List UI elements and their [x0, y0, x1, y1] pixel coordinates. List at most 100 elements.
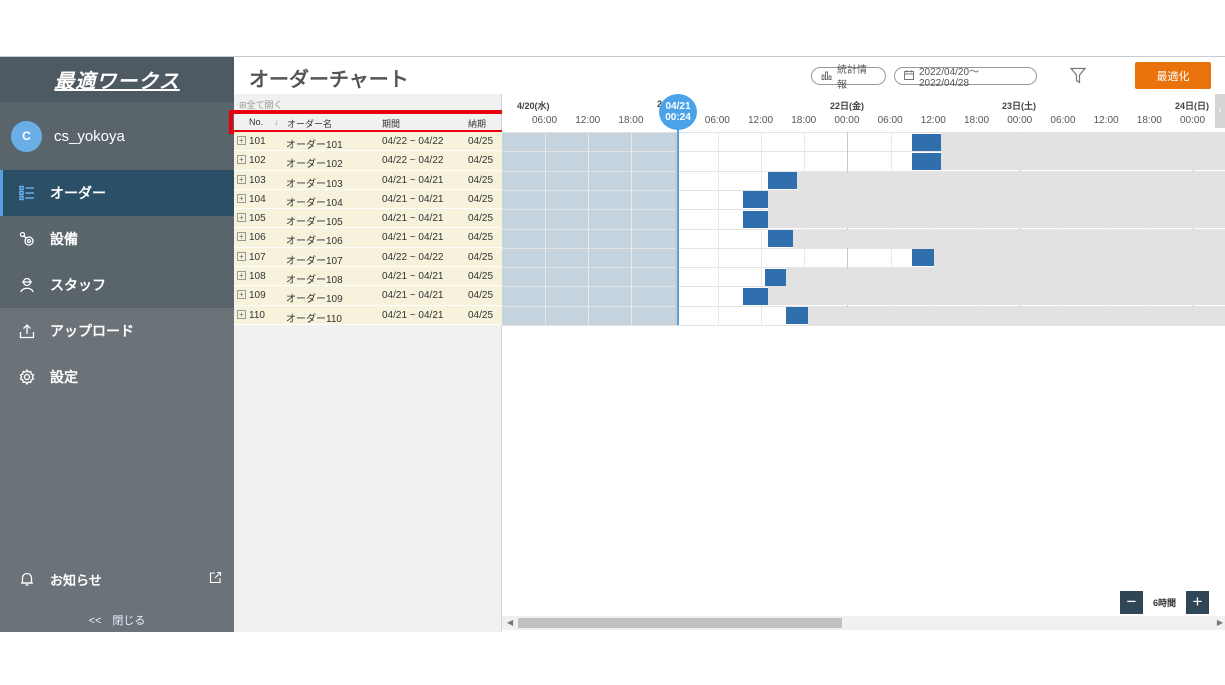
- scroll-right-button[interactable]: ›: [1215, 94, 1225, 128]
- order-name: オーダー103: [286, 178, 343, 190]
- table-row[interactable]: +109 オーダー109 04/21 ~ 04/21 04/25: [234, 286, 502, 306]
- date-range-picker[interactable]: 2022/04/20〜2022/04/28: [894, 67, 1037, 89]
- slack-span: [807, 306, 1225, 325]
- order-name: オーダー101: [286, 140, 343, 151]
- scrollbar-thumb[interactable]: [518, 618, 842, 628]
- order-no: 108: [249, 271, 266, 283]
- sidebar-item-equipment[interactable]: 設備: [0, 216, 234, 262]
- sidebar-item-orders[interactable]: オーダー: [0, 170, 234, 216]
- order-bar[interactable]: [764, 268, 787, 286]
- order-period: 04/21 ~ 04/21: [382, 290, 444, 302]
- order-period: 04/22 ~ 04/22: [382, 251, 444, 263]
- order-no: 102: [249, 155, 266, 167]
- staff-person-icon: [18, 276, 36, 294]
- horizontal-scrollbar[interactable]: ◀ ▶: [502, 616, 1225, 630]
- order-bar[interactable]: [768, 172, 797, 190]
- user-profile[interactable]: C cs_yokoya: [0, 102, 234, 170]
- sidebar-item-staff[interactable]: スタッフ: [0, 262, 234, 308]
- grid-column-line: [545, 132, 546, 325]
- current-time-badge: 04/21 00:24: [659, 94, 697, 130]
- gantt-chart: 4/20(水) 2 22日(金) 23日(土) 24日(日) 06:0012:0…: [502, 94, 1225, 632]
- zoom-control: − 6時間 +: [1120, 590, 1209, 614]
- page-header: オーダーチャート 統計情報 2022/04/20〜2022/04/28 最適化: [234, 57, 1225, 94]
- order-name: オーダー109: [286, 294, 343, 306]
- hour-label: 00:00: [1007, 115, 1033, 126]
- plus-box-icon: ⊞: [239, 100, 247, 110]
- grid-column-line: [588, 132, 590, 325]
- zoom-out-button[interactable]: −: [1120, 590, 1143, 614]
- order-due: 04/25: [468, 155, 494, 167]
- expand-row-icon[interactable]: +: [237, 309, 246, 319]
- collapse-sidebar-button[interactable]: << 閉じる: [0, 612, 234, 628]
- slack-span: [768, 190, 1225, 209]
- hour-label: 18:00: [1136, 115, 1162, 126]
- sidebar-item-label: アップロード: [50, 323, 134, 339]
- table-row[interactable]: +107 オーダー107 04/22 ~ 04/22 04/25: [234, 247, 502, 268]
- hour-label: 12:00: [748, 115, 774, 126]
- sidebar-item-settings[interactable]: 設定: [0, 354, 234, 400]
- table-row[interactable]: +102 オーダー102 04/22 ~ 04/22 04/25: [234, 151, 502, 171]
- scroll-left-arrow-icon[interactable]: ◀: [507, 616, 513, 630]
- expand-row-icon[interactable]: +: [237, 213, 246, 223]
- table-row[interactable]: +101 オーダー101 04/22 ~ 04/22 04/25: [234, 132, 502, 152]
- expand-row-icon[interactable]: +: [237, 193, 246, 203]
- table-row[interactable]: +110 オーダー110 04/21 ~ 04/21 04/25: [234, 305, 502, 325]
- order-bar[interactable]: [912, 249, 934, 267]
- day-label: 22日(金): [830, 101, 865, 111]
- order-due: 04/25: [468, 136, 494, 147]
- expand-row-icon[interactable]: +: [237, 174, 246, 184]
- order-bar[interactable]: [912, 133, 941, 151]
- table-row[interactable]: +103 オーダー103 04/21 ~ 04/21 04/25: [234, 170, 502, 190]
- page-title: オーダーチャート: [249, 69, 409, 91]
- order-bar[interactable]: [768, 230, 794, 247]
- equipment-gear-icon: [18, 230, 36, 248]
- order-no: 105: [249, 213, 266, 225]
- logo-text: 最適ワークス: [54, 71, 180, 93]
- zoom-level: 6時間: [1152, 597, 1176, 608]
- order-bar[interactable]: [912, 152, 941, 170]
- expand-row-icon[interactable]: +: [237, 271, 246, 281]
- expand-row-icon[interactable]: +: [237, 290, 246, 300]
- current-date: 04/21: [665, 101, 691, 112]
- hour-label: 18:00: [791, 115, 817, 126]
- table-row[interactable]: +108 オーダー108 04/21 ~ 04/21 04/25: [234, 267, 502, 287]
- hour-label: 06:00: [1050, 115, 1076, 126]
- order-list-panel: ⊞全て開く No. ↓ オーダー名 期間 納期 +101 オーダー101 04/22…: [229, 94, 506, 632]
- stats-label: 統計情報: [837, 65, 867, 91]
- grid-row-line: [502, 325, 1225, 326]
- stats-button[interactable]: 統計情報: [811, 65, 886, 91]
- filter-icon[interactable]: [1069, 67, 1087, 85]
- expand-row-icon[interactable]: +: [237, 136, 246, 145]
- calendar-icon: [904, 69, 914, 83]
- order-due: 04/25: [468, 290, 494, 302]
- order-due: 04/25: [468, 174, 494, 186]
- order-no: 106: [249, 232, 266, 244]
- grid-column-line: [674, 132, 676, 325]
- order-no: 110: [249, 309, 265, 321]
- order-bar[interactable]: [743, 210, 769, 228]
- scroll-right-arrow-icon[interactable]: ▶: [1217, 616, 1223, 630]
- zoom-in-button[interactable]: +: [1186, 590, 1209, 614]
- expand-row-icon[interactable]: +: [237, 155, 246, 165]
- hour-label: 12:00: [920, 115, 946, 126]
- table-row[interactable]: +106 オーダー106 04/21 ~ 04/21 04/25: [234, 228, 502, 248]
- optimize-button[interactable]: 最適化: [1135, 62, 1211, 89]
- expand-row-icon[interactable]: +: [237, 232, 246, 242]
- table-row[interactable]: +104 オーダー104 04/21 ~ 04/21 04/25: [234, 189, 502, 210]
- app-logo[interactable]: 最適ワークス: [0, 57, 234, 102]
- order-no: 101: [249, 136, 266, 147]
- sidebar-item-upload[interactable]: アップロード: [0, 308, 234, 354]
- order-bar[interactable]: [743, 287, 769, 305]
- username: cs_yokoya: [54, 127, 125, 145]
- order-bar[interactable]: [786, 307, 808, 325]
- list-icon: [18, 184, 36, 202]
- order-due: 04/25: [468, 232, 494, 244]
- sidebar-item-notice[interactable]: お知らせ: [0, 569, 234, 589]
- order-bar[interactable]: [743, 191, 769, 209]
- table-row[interactable]: +105 オーダー105 04/21 ~ 04/21 04/25: [234, 209, 502, 229]
- time-axis: 4/20(水) 2 22日(金) 23日(土) 24日(日) 06:0012:0…: [502, 94, 1215, 132]
- expand-row-icon[interactable]: +: [237, 251, 246, 261]
- app-window: 最適ワークス C cs_yokoya オーダー 設備 スタッフ アップロード 設…: [0, 56, 1225, 632]
- hour-label: 12:00: [1093, 115, 1119, 126]
- hour-label: 06:00: [704, 115, 730, 126]
